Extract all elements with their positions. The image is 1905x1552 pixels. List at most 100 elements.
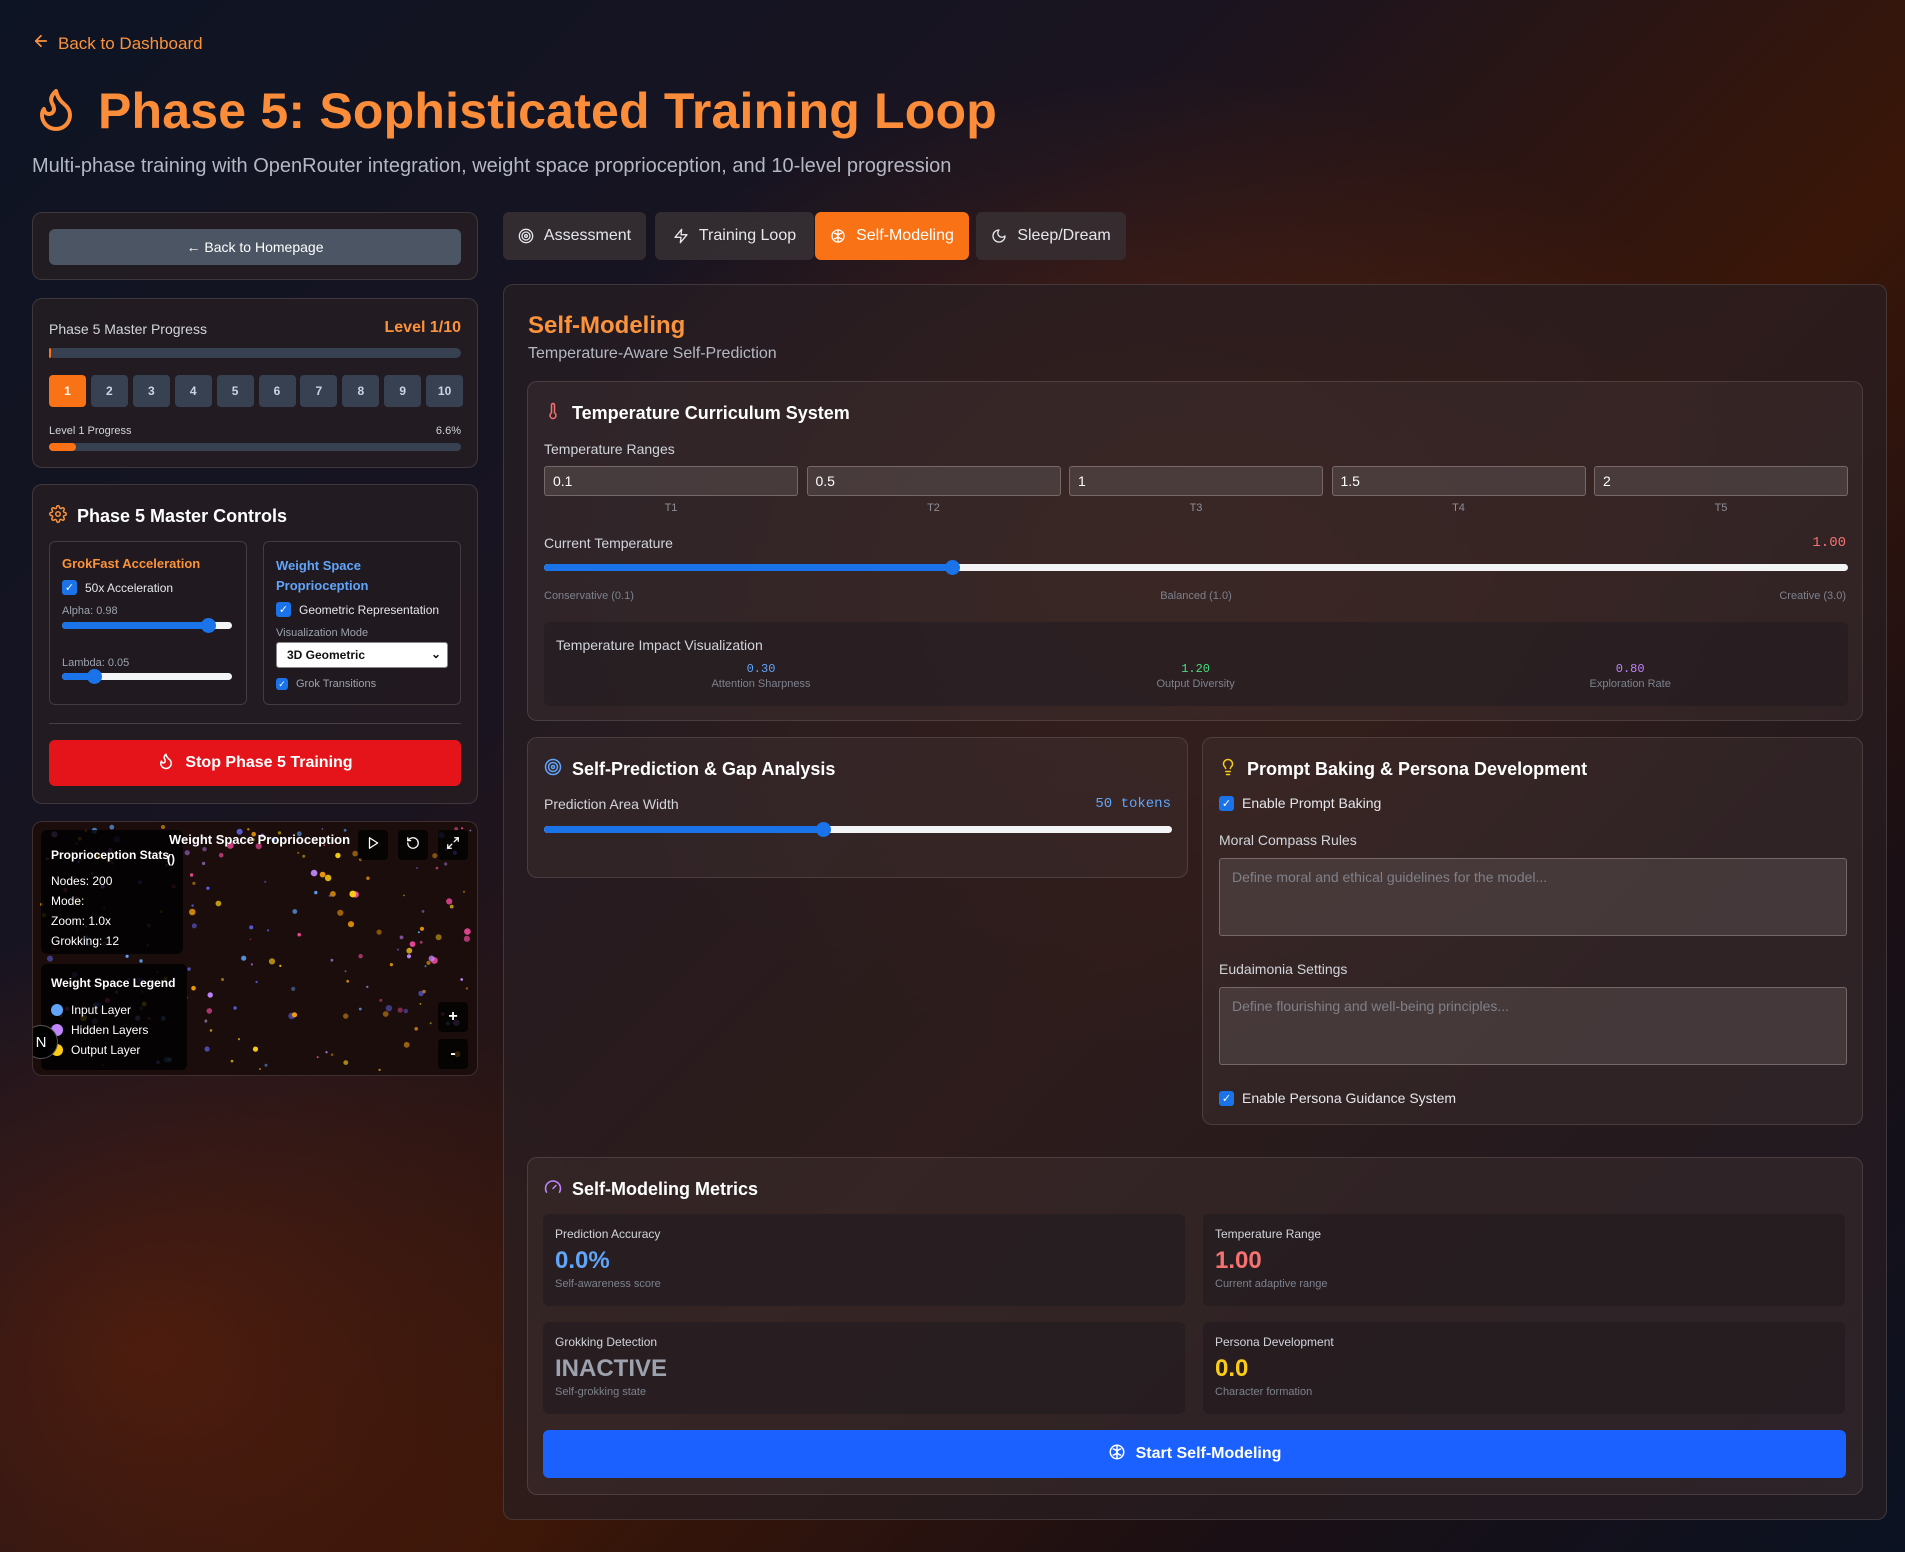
level-button-10[interactable]: 10 (426, 375, 464, 407)
brain-icon (830, 228, 846, 244)
eudaimonia-input[interactable] (1219, 987, 1847, 1065)
prediction-width-slider[interactable] (544, 822, 1172, 837)
zoom-in-button[interactable]: + (438, 1002, 468, 1032)
level-button-4[interactable]: 4 (174, 375, 212, 407)
fullscreen-button[interactable] (438, 830, 468, 860)
temperature-input-3[interactable]: 1 (1069, 466, 1323, 496)
page-subtitle: Multi-phase training with OpenRouter int… (32, 155, 952, 177)
weight-node (444, 862, 448, 866)
temperature-slider-thumb[interactable] (944, 560, 960, 575)
weight-node (389, 963, 393, 967)
impact-label: Exploration Rate (1589, 678, 1671, 690)
metric-card: Temperature Range 1.00 Current adaptive ra… (1203, 1214, 1845, 1306)
zoom-out-button[interactable]: - (438, 1039, 468, 1069)
viz-title: Weight Space Proprioception (169, 832, 351, 847)
level-button-7[interactable]: 7 (300, 375, 338, 407)
viz-mode-select[interactable]: 3D Geometric ⌄ (276, 642, 448, 668)
weight-node (209, 1029, 213, 1032)
level-button-5[interactable]: 5 (216, 375, 254, 407)
start-self-modeling-button[interactable]: Start Self-Modeling (543, 1430, 1846, 1478)
scale-creative: Creative (3.0) (1779, 590, 1846, 602)
weight-node (297, 851, 300, 854)
grok-transitions-row: ✓ Grok Transitions (276, 678, 376, 690)
prompt-title-text: Prompt Baking & Persona Development (1247, 759, 1588, 779)
reset-button[interactable] (398, 830, 428, 860)
weight-node (418, 990, 424, 997)
level-button-2[interactable]: 2 (90, 375, 128, 407)
weight-node (446, 898, 453, 905)
master-progress-fill (49, 348, 51, 358)
flame-icon (32, 85, 80, 138)
back-to-dashboard-link[interactable]: Back to Dashboard (32, 32, 203, 55)
legend-item: Output Layer (51, 1040, 148, 1060)
acceleration-checkbox[interactable]: ✓ (62, 580, 77, 595)
grokfast-panel: GrokFast Acceleration ✓ 50x Acceleration… (49, 541, 247, 705)
grok-transitions-checkbox[interactable]: ✓ (276, 678, 288, 690)
impact-metrics: 0.30 Attention Sharpness 1.20 Output Divers… (544, 662, 1848, 698)
lambda-slider[interactable] (62, 669, 232, 684)
weight-node (419, 1003, 422, 1005)
level-button-3[interactable]: 3 (132, 375, 170, 407)
temperature-input-5[interactable]: 2 (1594, 466, 1848, 496)
back-to-dashboard-label: Back to Dashboard (58, 33, 203, 53)
weight-node (382, 1011, 389, 1017)
legend-title: Weight Space Legend (51, 976, 176, 990)
geometric-checkbox-row: ✓ Geometric Representation (276, 602, 439, 617)
temperature-tag-5: T5 (1714, 502, 1728, 514)
tab-self-modeling[interactable]: Self-Modeling (815, 212, 969, 260)
play-button[interactable] (358, 830, 388, 860)
scale-balanced: Balanced (1.0) (1160, 590, 1232, 602)
level-button-8[interactable]: 8 (342, 375, 380, 407)
metric-card: Persona Development 0.0 Character formatio… (1203, 1322, 1845, 1414)
prediction-slider-thumb[interactable] (815, 822, 831, 837)
temperature-slider[interactable] (544, 560, 1848, 575)
rotate-ccw-icon (406, 836, 420, 855)
weight-node (358, 954, 363, 959)
moral-compass-label: Moral Compass Rules (1219, 832, 1357, 848)
tab-label: Sleep/Dream (1017, 227, 1111, 244)
target-icon (544, 758, 562, 781)
level-button-6[interactable]: 6 (258, 375, 296, 407)
alpha-slider[interactable] (62, 618, 232, 633)
weight-node (187, 967, 191, 971)
lightbulb-icon (1219, 758, 1237, 781)
tab-assessment[interactable]: Assessment (503, 212, 646, 260)
tab-training-loop[interactable]: Training Loop (655, 212, 814, 260)
prompt-baking-label: Enable Prompt Baking (1242, 795, 1382, 811)
temperature-ranges-label: Temperature Ranges (544, 441, 675, 457)
master-controls-card: Phase 5 Master Controls GrokFast Acceler… (32, 484, 478, 804)
weight-node (358, 1007, 362, 1011)
level-button-1[interactable]: 1 (49, 375, 86, 407)
back-to-homepage-button[interactable]: ← Back to Homepage (49, 229, 461, 265)
weight-node (417, 931, 420, 934)
start-self-modeling-label: Start Self-Modeling (1135, 1445, 1282, 1462)
stop-training-button[interactable]: Stop Phase 5 Training (49, 740, 461, 786)
current-temperature-value: 1.00 (1812, 535, 1846, 551)
geometric-checkbox[interactable]: ✓ (276, 602, 291, 617)
weight-node (419, 926, 425, 931)
tab-sleep-dream[interactable]: Sleep/Dream (976, 212, 1126, 260)
lambda-slider-thumb[interactable] (86, 669, 102, 684)
impact-value: 1.20 (1181, 662, 1210, 676)
temperature-input-4[interactable]: 1.5 (1331, 466, 1586, 496)
temperature-tag-4: T4 (1452, 502, 1465, 514)
metric-label: Temperature Range (1215, 1227, 1322, 1241)
weight-node (396, 948, 400, 951)
weight-space-visualization[interactable]: Proprioception Stats Nodes: 200 Mode: Zo… (32, 821, 478, 1076)
temperature-input-1[interactable]: 0.1 (544, 466, 798, 496)
weight-node (192, 881, 196, 885)
impact-label: Output Diversity (1156, 678, 1235, 690)
weight-node (264, 880, 267, 883)
metric-subtext: Character formation (1215, 1386, 1313, 1398)
moral-compass-input[interactable] (1219, 858, 1847, 936)
metric-card: Prediction Accuracy 0.0% Self-awareness sc… (543, 1214, 1185, 1306)
weight-node (189, 908, 196, 916)
level-button-9[interactable]: 9 (384, 375, 422, 407)
alpha-slider-thumb[interactable] (200, 618, 216, 633)
eudaimonia-label: Eudaimonia Settings (1219, 961, 1348, 977)
persona-guidance-checkbox[interactable]: ✓ (1219, 1090, 1234, 1106)
weight-node (221, 978, 224, 981)
temperature-input-2[interactable]: 0.5 (806, 466, 1061, 496)
prompt-baking-checkbox[interactable]: ✓ (1219, 795, 1234, 811)
persona-guidance-row: ✓ Enable Persona Guidance System (1219, 1090, 1456, 1106)
